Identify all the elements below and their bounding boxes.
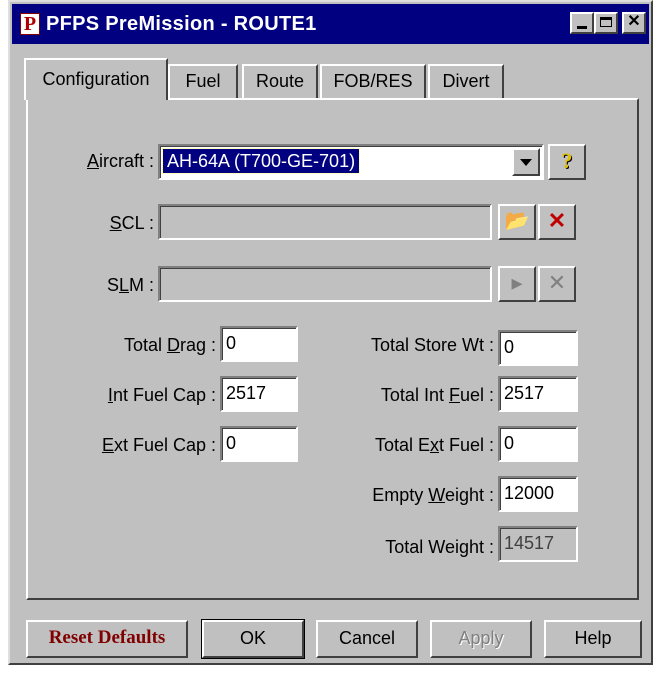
help-button[interactable]: Help xyxy=(544,620,642,658)
minimize-icon xyxy=(577,26,587,29)
int-fuel-cap-field[interactable]: 2517 xyxy=(220,376,298,412)
total-ext-fuel-label: Total Ext Fuel : xyxy=(374,435,494,455)
configuration-panel: Aircraft : AH-64A (T700-GE-701) ? SCL : … xyxy=(26,98,639,600)
delete-x-icon: ✕ xyxy=(547,270,567,295)
aircraft-combo[interactable]: AH-64A (T700-GE-701) xyxy=(158,144,544,180)
open-folder-icon: 📂 xyxy=(504,210,530,232)
total-store-wt-field[interactable]: 0 xyxy=(498,330,578,366)
chevron-down-icon[interactable] xyxy=(512,148,540,176)
maximize-icon xyxy=(600,17,612,27)
ext-fuel-cap-field[interactable]: 0 xyxy=(220,426,298,462)
tab-route[interactable]: Route xyxy=(242,64,318,98)
minimize-button[interactable] xyxy=(570,12,594,34)
cancel-button[interactable]: Cancel xyxy=(316,620,418,658)
scl-open-button[interactable]: 📂 xyxy=(498,204,536,240)
slm-open-button[interactable]: ▸ xyxy=(498,266,536,302)
slm-field[interactable] xyxy=(158,266,492,302)
empty-weight-field[interactable]: 12000 xyxy=(498,476,578,512)
delete-x-icon: ✕ xyxy=(547,208,567,233)
total-int-fuel-label: Total Int Fuel : xyxy=(380,385,494,405)
total-drag-field[interactable]: 0 xyxy=(220,326,298,362)
open-folder-icon: ▸ xyxy=(511,270,523,295)
tab-fob-res[interactable]: FOB/RES xyxy=(320,64,426,98)
total-store-wt-label: Total Store Wt : xyxy=(370,335,494,355)
total-drag-label: Total Drag : xyxy=(123,335,216,355)
tab-configuration[interactable]: Configuration xyxy=(24,58,168,100)
empty-weight-label: Empty Weight : xyxy=(372,485,494,505)
close-icon: ✕ xyxy=(627,13,641,30)
apply-button[interactable]: Apply xyxy=(430,620,532,658)
aircraft-label: Aircraft : xyxy=(86,151,154,171)
total-ext-fuel-field[interactable]: 0 xyxy=(498,426,578,462)
aircraft-selected-value: AH-64A (T700-GE-701) xyxy=(161,148,361,174)
int-fuel-cap-label: Int Fuel Cap : xyxy=(107,385,216,405)
slm-delete-button[interactable]: ✕ xyxy=(538,266,576,302)
pfps-premission-window: P PFPS PreMission - ROUTE1 ✕ Configurati… xyxy=(8,0,653,665)
total-int-fuel-field[interactable]: 2517 xyxy=(498,376,578,412)
scl-field[interactable] xyxy=(158,204,492,240)
close-button[interactable]: ✕ xyxy=(622,12,646,34)
tab-fuel[interactable]: Fuel xyxy=(168,64,238,98)
ext-fuel-cap-label: Ext Fuel Cap : xyxy=(101,435,216,455)
reset-defaults-button[interactable]: Reset Defaults xyxy=(26,620,188,658)
maximize-button[interactable] xyxy=(594,12,618,34)
title-bar[interactable]: P PFPS PreMission - ROUTE1 ✕ xyxy=(12,4,649,44)
tab-divert[interactable]: Divert xyxy=(428,64,504,98)
scl-delete-button[interactable]: ✕ xyxy=(538,204,576,240)
aircraft-help-button[interactable]: ? xyxy=(548,144,586,180)
app-icon[interactable]: P xyxy=(20,13,40,35)
window-title: PFPS PreMission - ROUTE1 xyxy=(46,13,317,35)
total-weight-field: 14517 xyxy=(498,526,578,562)
question-mark-icon: ? xyxy=(561,148,573,173)
total-weight-label: Total Weight : xyxy=(385,537,494,557)
slm-label: SLM : xyxy=(106,275,154,295)
scl-label: SCL : xyxy=(109,213,154,233)
ok-button[interactable]: OK xyxy=(202,620,304,658)
